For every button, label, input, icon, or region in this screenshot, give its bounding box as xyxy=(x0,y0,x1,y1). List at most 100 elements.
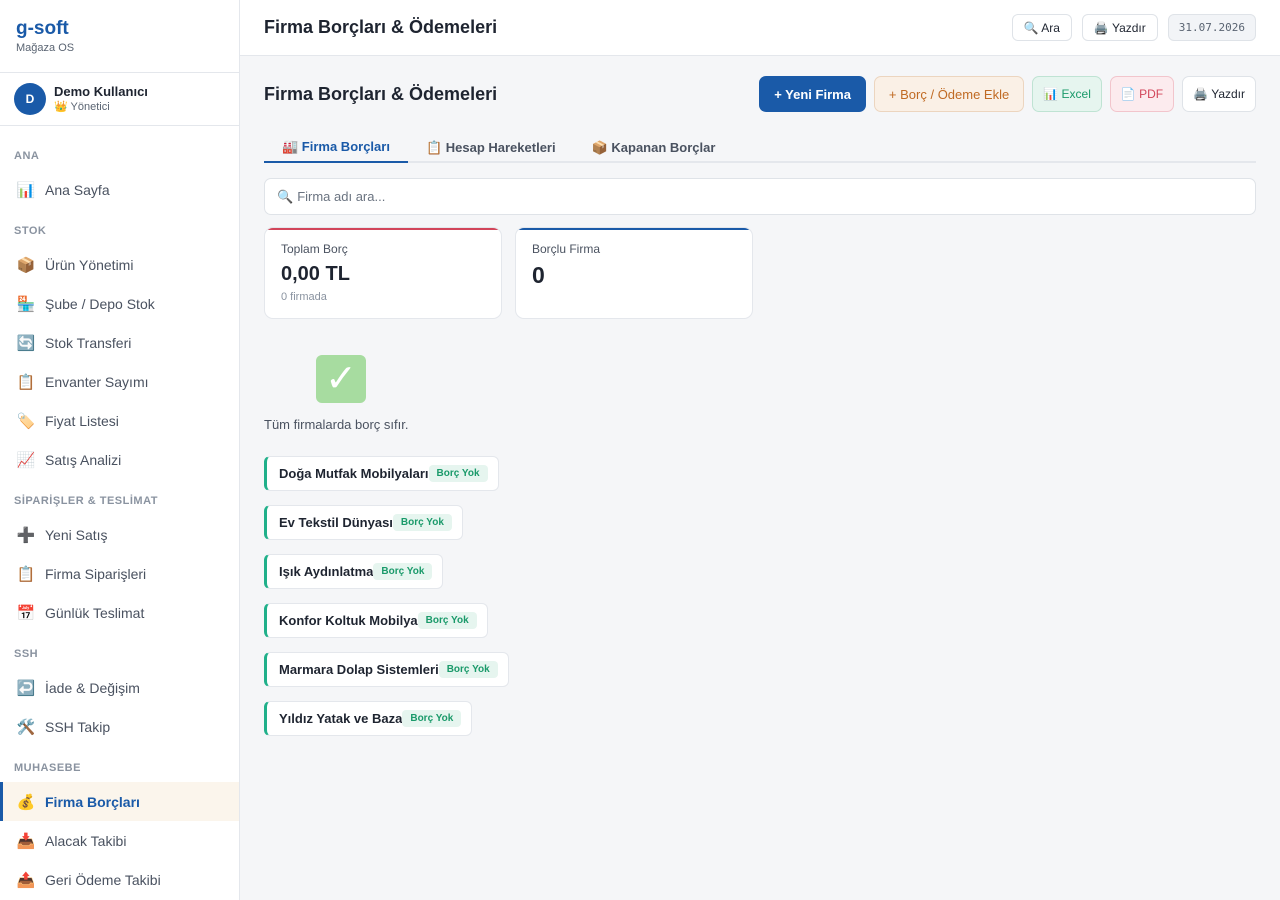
status-badge: Borç Yok xyxy=(373,563,433,580)
status-badge: Borç Yok xyxy=(438,661,498,678)
debtor-firm-card: Borçlu Firma 0 xyxy=(515,227,753,319)
outbox-icon: 📤 xyxy=(16,871,36,889)
topbar-title: Firma Borçları & Ödemeleri xyxy=(264,17,498,37)
sidebar-item-envanter-sayimi[interactable]: 📋 Envanter Sayımı xyxy=(0,362,239,401)
sidebar-item-label: Ürün Yönetimi xyxy=(45,256,134,273)
firm-item[interactable]: Konfor Koltuk Mobilya Borç Yok xyxy=(264,603,488,638)
sidebar-item-label: Envanter Sayımı xyxy=(45,373,149,390)
sidebar-nav: ANA 📊 Ana Sayfa STOK 📦 Ürün Yönetimi 🏪 Şube… xyxy=(0,126,239,899)
firm-name: Yıldız Yatak ve Baza xyxy=(279,711,403,726)
sidebar-item-label: Günlük Teslimat xyxy=(45,604,145,621)
inbox-icon: 📥 xyxy=(16,832,36,850)
sidebar-item-ana-sayfa[interactable]: 📊 Ana Sayfa xyxy=(0,170,239,209)
tools-icon: 🛠️ xyxy=(16,718,36,736)
nav-section-siparisler: SİPARİŞLER & TESLİMAT xyxy=(14,495,158,507)
sidebar-item-alacak-takibi[interactable]: 📥 Alacak Takibi xyxy=(0,821,239,860)
firm-name: Konfor Koltuk Mobilya xyxy=(279,613,418,628)
sidebar-item-label: Stok Transferi xyxy=(45,334,132,351)
transfer-icon: 🔄 xyxy=(16,334,36,352)
add-debt-payment-button[interactable]: + Borç / Ödeme Ekle xyxy=(873,76,1025,112)
page-print-button[interactable]: 🖨️ Yazdır xyxy=(1182,76,1256,112)
page-header: Firma Borçları & Ödemeleri + Yeni Firma … xyxy=(264,56,1256,132)
sidebar-item-firma-siparisleri[interactable]: 📋 Firma Siparişleri xyxy=(0,554,239,593)
sidebar-item-label: Şube / Depo Stok xyxy=(45,295,155,312)
sidebar-item-urun-yonetimi[interactable]: 📦 Ürün Yönetimi xyxy=(0,245,239,284)
new-firm-button[interactable]: + Yeni Firma xyxy=(759,76,866,112)
status-badge: Borç Yok xyxy=(428,465,488,482)
date-badge: 31.07.2026 xyxy=(1167,14,1256,41)
debtor-firm-count: 0 xyxy=(532,262,545,288)
main-content: Firma Borçları & Ödemeleri + Yeni Firma … xyxy=(264,56,1256,750)
plus-icon: ➕ xyxy=(16,526,36,544)
check-mark-icon: ✓ xyxy=(316,355,366,403)
nav-section-ana: ANA xyxy=(14,150,40,162)
sidebar-item-gunluk-teslimat[interactable]: 📅 Günlük Teslimat xyxy=(0,593,239,632)
store-icon: 🏪 xyxy=(16,295,36,313)
chart-icon: 📊 xyxy=(16,181,36,199)
sidebar-item-label: SSH Takip xyxy=(45,718,111,735)
sidebar-item-label: Geri Ödeme Takibi xyxy=(45,871,161,888)
sidebar-item-yeni-satis[interactable]: ➕ Yeni Satış xyxy=(0,515,239,554)
firm-item[interactable]: Yıldız Yatak ve Baza Borç Yok xyxy=(264,701,473,736)
user-card[interactable]: D Demo Kullanıcı 👑 Yönetici xyxy=(0,73,239,126)
status-badge: Borç Yok xyxy=(392,514,452,531)
stat-label: Toplam Borç xyxy=(281,242,348,256)
sidebar-item-fiyat-listesi[interactable]: 🏷️ Fiyat Listesi xyxy=(0,401,239,440)
tag-icon: 🏷️ xyxy=(16,412,36,430)
sidebar-item-satis-analizi[interactable]: 📈 Satış Analizi xyxy=(0,440,239,479)
empty-state-text: Tüm firmalarda borç sıfır. xyxy=(264,417,409,432)
package-icon: 📦 xyxy=(16,256,36,274)
firm-item[interactable]: Ev Tekstil Dünyası Borç Yok xyxy=(264,505,463,540)
user-name: Demo Kullanıcı xyxy=(54,84,148,99)
sidebar-item-ssh-takip[interactable]: 🛠️ SSH Takip xyxy=(0,707,239,746)
sidebar-item-geri-odeme-takibi[interactable]: 📤 Geri Ödeme Takibi xyxy=(0,860,239,899)
page-title: Firma Borçları & Ödemeleri xyxy=(264,83,498,104)
firm-search-box[interactable]: 🔍 xyxy=(264,178,1256,215)
brand: g-soft Mağaza OS xyxy=(0,0,239,73)
return-icon: ↩️ xyxy=(16,679,36,697)
tab-firma-borclari[interactable]: 🏭 Firma Borçları xyxy=(264,132,408,163)
total-debt-value: 0,00 TL xyxy=(281,263,350,285)
sidebar-item-label: Ana Sayfa xyxy=(45,181,110,198)
clipboard-icon: 📋 xyxy=(16,373,36,391)
nav-section-muhasebe: MUHASEBE xyxy=(14,762,81,774)
brand-name[interactable]: g-soft xyxy=(16,18,223,40)
firm-name: Marmara Dolap Sistemleri xyxy=(279,662,439,677)
firm-name: Ev Tekstil Dünyası xyxy=(279,515,393,530)
firm-search-input[interactable] xyxy=(297,189,1243,204)
firm-name: Işık Aydınlatma xyxy=(279,564,374,579)
sidebar-item-label: Alacak Takibi xyxy=(45,832,127,849)
firm-item[interactable]: Işık Aydınlatma Borç Yok xyxy=(264,554,444,589)
search-button[interactable]: 🔍 Ara xyxy=(1011,14,1072,41)
stats-row: Toplam Borç 0,00 TL 0 firmada Borçlu Fir… xyxy=(264,227,1256,319)
print-button[interactable]: 🖨️ Yazdır xyxy=(1081,14,1158,41)
total-debt-card: Toplam Borç 0,00 TL 0 firmada xyxy=(264,227,502,319)
clipboard-icon: 📋 xyxy=(16,565,36,583)
tab-kapanan-borclar[interactable]: 📦 Kapanan Borçlar xyxy=(574,132,734,163)
sidebar-item-stok-transferi[interactable]: 🔄 Stok Transferi xyxy=(0,323,239,362)
tab-hesap-hareketleri[interactable]: 📋 Hesap Hareketleri xyxy=(408,132,574,163)
tabs: 🏭 Firma Borçları 📋 Hesap Hareketleri 📦 K… xyxy=(264,132,1256,163)
brand-subtitle: Mağaza OS xyxy=(16,42,75,54)
nav-section-stok: STOK xyxy=(14,225,47,237)
trend-icon: 📈 xyxy=(16,451,36,469)
status-badge: Borç Yok xyxy=(417,612,477,629)
firm-item[interactable]: Doğa Mutfak Mobilyaları Borç Yok xyxy=(264,456,499,491)
sidebar-item-iade-degisim[interactable]: ↩️ İade & Değişim xyxy=(0,668,239,707)
user-role: 👑 Yönetici xyxy=(54,101,110,113)
sidebar: g-soft Mağaza OS D Demo Kullanıcı 👑 Yöne… xyxy=(0,0,240,900)
nav-section-ssh: SSH xyxy=(14,648,39,660)
status-badge: Borç Yok xyxy=(402,710,462,727)
pdf-export-button[interactable]: 📄 PDF xyxy=(1109,76,1175,112)
sidebar-item-label: Satış Analizi xyxy=(45,451,122,468)
search-icon: 🔍 xyxy=(277,188,294,204)
firm-item[interactable]: Marmara Dolap Sistemleri Borç Yok xyxy=(264,652,509,687)
sidebar-item-label: Firma Siparişleri xyxy=(45,565,147,582)
sidebar-item-firma-borclari[interactable]: 💰 Firma Borçları xyxy=(0,782,239,821)
excel-export-button[interactable]: 📊 Excel xyxy=(1032,76,1102,112)
calendar-icon: 📅 xyxy=(16,604,36,622)
money-bag-icon: 💰 xyxy=(16,793,36,811)
sidebar-item-label: Yeni Satış xyxy=(45,526,108,543)
sidebar-item-sube-depo-stok[interactable]: 🏪 Şube / Depo Stok xyxy=(0,284,239,323)
firm-name: Doğa Mutfak Mobilyaları xyxy=(279,466,429,481)
